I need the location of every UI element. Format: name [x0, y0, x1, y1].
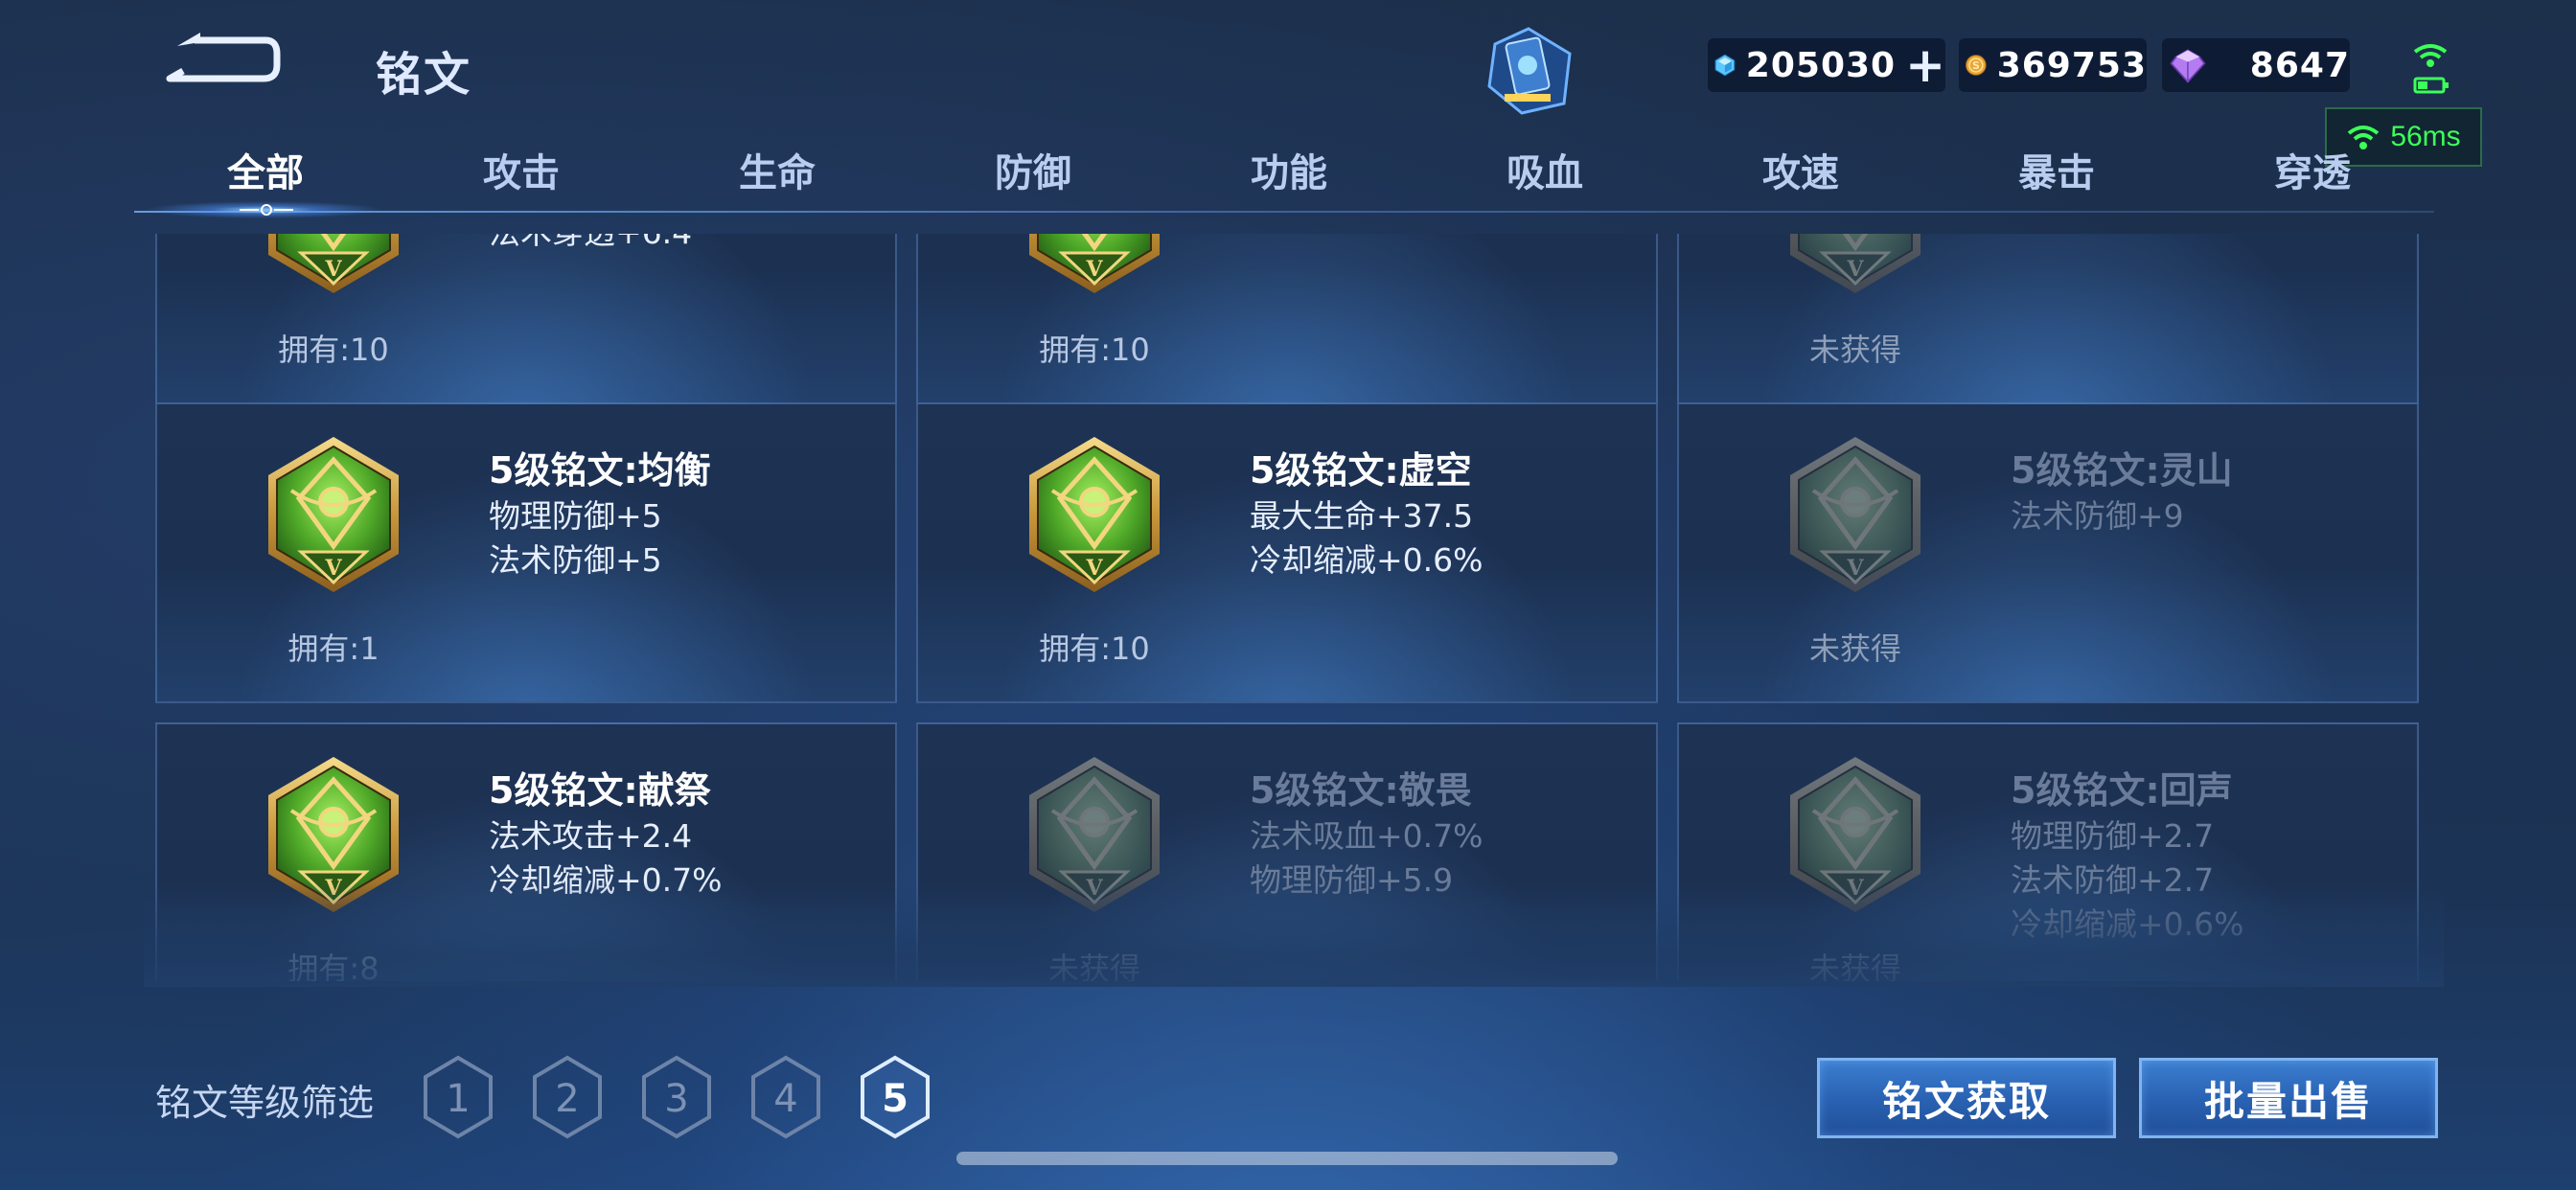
owned-count: 拥有:8 [288, 950, 380, 981]
inscription-card[interactable]: 5级铭文:虚空 最大生命+37.5 冷却缩减+0.6% 拥有:10 [916, 402, 1658, 703]
diamond-amount: 205030 [1745, 45, 1897, 85]
card-pack-icon[interactable] [1484, 27, 1574, 115]
level-filter-2-label: 2 [555, 1077, 579, 1121]
owned-count: 未获得 [1808, 630, 1901, 667]
home-indicator[interactable] [956, 1152, 1618, 1165]
inscription-card[interactable]: 5级铭文:回声 物理防御+2.7 法术防御+2.7 冷却缩减+0.6% 未获得 [1677, 722, 2419, 981]
inscription-stat: 法术穿透+6.4 [489, 234, 692, 255]
inscription-card[interactable]: 5级铭文:灵山 法术防御+9 未获得 [1677, 402, 2419, 703]
page-title: 铭文 [376, 48, 472, 102]
level-filter-5-label: 5 [882, 1077, 908, 1121]
inscription-stat: 冷却缩减+0.6% [1250, 541, 1484, 579]
owned-count: 未获得 [1047, 950, 1140, 981]
inscription-title: 5级铭文:均衡 [489, 449, 711, 492]
owned-count: 未获得 [1808, 332, 1901, 368]
level-filter-3[interactable]: 3 [638, 1054, 715, 1140]
owned-count: 未获得 [1808, 950, 1901, 981]
inscription-medal-icon [1784, 234, 1926, 297]
get-inscription-button[interactable]: 铭文获取 [1817, 1058, 2116, 1138]
inscription-stat: 法术攻击+2.4 [489, 817, 693, 855]
bulk-sell-button[interactable]: 批量出售 [2139, 1058, 2438, 1138]
inscription-grid: 法术穿透+6.4 拥有:10 拥有:10 未获得 5级铭文:均衡 物理防御+5 … [155, 234, 2419, 981]
inscription-title: 5级铭文:回声 [2011, 769, 2233, 812]
inscription-card[interactable]: 未获得 [1677, 234, 2419, 404]
inscription-card[interactable]: 法术穿透+6.4 拥有:10 [155, 234, 897, 404]
gold-currency: S 369753 [1959, 38, 2147, 92]
gold-coin-icon: S [1965, 55, 1987, 76]
inscription-medal-icon [1024, 753, 1165, 916]
inscription-stat: 冷却缩减+0.6% [2011, 905, 2244, 943]
owned-count: 拥有:10 [278, 332, 389, 368]
tab-penetration[interactable]: 穿透 [2217, 142, 2408, 197]
inscription-stat: 冷却缩减+0.7% [489, 861, 723, 899]
diamond-icon [1714, 54, 1736, 77]
inscription-stat: 物理防御+5 [489, 497, 662, 535]
inscription-stat: 法术吸血+0.7% [1250, 817, 1484, 855]
inscription-title: 5级铭文:虚空 [1250, 449, 1472, 492]
level-filter-2[interactable]: 2 [529, 1054, 606, 1140]
tab-divider [134, 211, 2434, 213]
inscription-title: 5级铭文:敬畏 [1250, 769, 1472, 812]
svg-text:S: S [1972, 59, 1980, 72]
owned-count: 拥有:1 [288, 630, 380, 667]
gem-amount: 8647 [2249, 45, 2350, 85]
inscription-title: 5级铭文:灵山 [2011, 449, 2233, 492]
inscription-stat: 法术防御+9 [2011, 497, 2184, 535]
tab-attack[interactable]: 攻击 [426, 142, 617, 197]
wifi-battery-icon [2413, 44, 2449, 94]
inscription-card[interactable]: 5级铭文:献祭 法术攻击+2.4 冷却缩减+0.7% 拥有:8 [155, 722, 897, 981]
gem-currency: 8647 [2162, 38, 2350, 92]
active-tab-marker [240, 204, 293, 216]
level-filter-1-label: 1 [446, 1077, 470, 1121]
inscription-stat: 法术防御+2.7 [2011, 861, 2215, 899]
inscription-medal-icon [1784, 753, 1926, 916]
inscription-medal-icon [263, 433, 404, 596]
tab-all[interactable]: 全部 [170, 142, 361, 197]
level-filter-1[interactable]: 1 [420, 1054, 496, 1140]
inscription-card[interactable]: 5级铭文:均衡 物理防御+5 法术防御+5 拥有:1 [155, 402, 897, 703]
level-filter-label: 铭文等级筛选 [155, 1082, 375, 1124]
inscription-medal-icon [1784, 433, 1926, 596]
inscription-card[interactable]: 5级铭文:敬畏 法术吸血+0.7% 物理防御+5.9 未获得 [916, 722, 1658, 981]
level-filter-3-label: 3 [664, 1077, 688, 1121]
inscription-stat: 最大生命+37.5 [1250, 497, 1474, 535]
tab-critical[interactable]: 暴击 [1961, 142, 2152, 197]
inscription-medal-icon [263, 753, 404, 916]
level-filter-5[interactable]: 5 [857, 1054, 933, 1140]
level-filter-4[interactable]: 4 [748, 1054, 824, 1140]
owned-count: 拥有:10 [1039, 332, 1150, 368]
gold-amount: 369753 [1996, 45, 2147, 85]
purple-gem-icon [2170, 49, 2206, 83]
tab-lifesteal[interactable]: 吸血 [1449, 142, 1641, 197]
diamond-currency: 205030 + [1708, 38, 1945, 92]
tab-utility[interactable]: 功能 [1193, 142, 1385, 197]
back-button[interactable] [158, 29, 283, 96]
tab-attack-speed[interactable]: 攻速 [1705, 142, 1897, 197]
inscription-stat: 物理防御+5.9 [1250, 861, 1454, 899]
inscription-title: 5级铭文:献祭 [489, 769, 711, 812]
level-filter-4-label: 4 [773, 1077, 797, 1121]
inscription-card[interactable]: 拥有:10 [916, 234, 1658, 404]
category-tabs: 全部 攻击 生命 防御 功能 吸血 攻速 暴击 穿透 [134, 142, 2444, 218]
owned-count: 拥有:10 [1039, 630, 1150, 667]
add-diamond-button[interactable]: + [1905, 41, 1945, 89]
inscription-medal-icon [1024, 433, 1165, 596]
inscription-stat: 法术防御+5 [489, 541, 662, 579]
tab-defense[interactable]: 防御 [937, 142, 1129, 197]
inscription-medal-icon [1024, 234, 1165, 297]
inscription-stat: 物理防御+2.7 [2011, 817, 2215, 855]
inscription-medal-icon [263, 234, 404, 297]
tab-health[interactable]: 生命 [681, 142, 873, 197]
